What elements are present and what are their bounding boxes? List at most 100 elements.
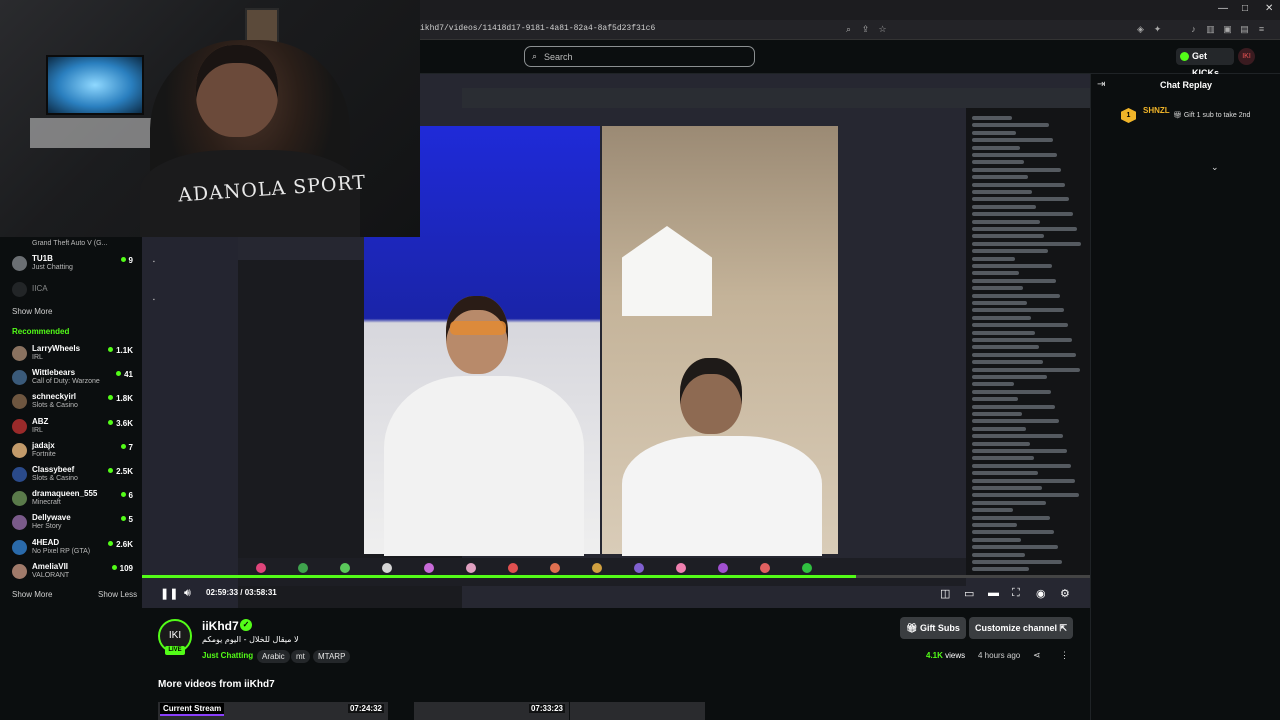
maximize-icon[interactable]: □ bbox=[1242, 3, 1248, 14]
sidebar-item-iica[interactable]: IICA bbox=[12, 279, 136, 301]
viewer-count: 3.6K bbox=[108, 419, 133, 428]
recommended-heading: Recommended bbox=[12, 327, 70, 336]
total-time: 03:58:31 bbox=[244, 588, 277, 597]
embedded-chat-line bbox=[972, 271, 1019, 276]
sidebar-item-dramaqueen_555[interactable]: dramaqueen_555 Minecraft 6 bbox=[12, 488, 136, 510]
embedded-chat-line bbox=[972, 434, 1063, 439]
tag-mtarp[interactable]: MTARP bbox=[313, 650, 351, 663]
wallet-icon[interactable]: ▣ bbox=[1222, 24, 1233, 35]
sidebar-item-abz[interactable]: ABZ IRL 3.6K bbox=[12, 416, 136, 438]
avatar bbox=[12, 394, 27, 410]
avatar bbox=[12, 515, 27, 531]
pinned-username: SHNZL bbox=[1143, 106, 1170, 115]
sidebar-item-classybeef[interactable]: Classybeef Slots & Casino 2.5K bbox=[12, 464, 136, 486]
theater-icon[interactable]: ▬ bbox=[988, 587, 999, 599]
miniplayer-icon[interactable]: ◫ bbox=[940, 587, 950, 600]
progress-fill bbox=[142, 575, 856, 578]
chat-replay-panel: ⇥ Chat Replay 1 SHNZL 🎁︎ Gift 1 sub to t… bbox=[1090, 74, 1280, 720]
search-input[interactable]: ⌕ Search bbox=[524, 46, 755, 67]
sidebar-item-schneckyirl[interactable]: schneckyirl Slots & Casino 1.8K bbox=[12, 391, 136, 413]
channel-category: Just Chatting bbox=[32, 264, 73, 271]
gift-icon bbox=[466, 563, 476, 573]
channel-category: IRL bbox=[32, 354, 43, 361]
fullscreen-icon[interactable]: ⛶ bbox=[1012, 587, 1020, 600]
embedded-chat-line bbox=[972, 375, 1047, 379]
sub-badge-icon: 1 bbox=[1121, 108, 1136, 123]
embedded-chat-line bbox=[972, 545, 1058, 550]
user-avatar[interactable]: IKI bbox=[1238, 48, 1255, 65]
speed-icon[interactable]: ◉ bbox=[1036, 587, 1046, 600]
embedded-chat-line bbox=[972, 286, 1023, 291]
url-text[interactable]: ikhd7/videos/11418d17-9181-4a81-82a4-8af… bbox=[420, 24, 655, 33]
sidebar-item-4head[interactable]: 4HEAD No Pixel RP (GTA) 2.6K bbox=[12, 537, 136, 559]
vpn-icon[interactable]: ▤ bbox=[1239, 24, 1250, 35]
player-controls: ❚❚ 🔊︎ 02:59:33 / 03:58:31 ◫ ▭ ▬ ⛶ ◉ ⚙ bbox=[142, 583, 1090, 605]
channel-name: TU1B bbox=[32, 254, 53, 263]
embedded-chat-line bbox=[972, 293, 1060, 298]
menu-icon[interactable]: ≡ bbox=[1256, 24, 1267, 35]
show-more-button[interactable]: Show More bbox=[12, 590, 52, 599]
embedded-chat-line bbox=[972, 412, 1022, 416]
sidebar-item-jadajx[interactable]: jadajx Fortnite 7 bbox=[12, 440, 136, 462]
gift-subs-button[interactable]: 🎁︎ Gift Subs bbox=[900, 617, 966, 639]
show-less-button[interactable]: Show Less bbox=[98, 590, 137, 599]
minimize-icon[interactable]: — bbox=[1218, 3, 1228, 14]
embedded-chat-line bbox=[972, 330, 1035, 335]
embedded-chat-line bbox=[972, 153, 1057, 157]
embedded-chat-line bbox=[972, 397, 1018, 402]
pinned-text: 🎁︎ Gift 1 sub to take 2nd bbox=[1173, 112, 1251, 119]
channel-category: Slots & Casino bbox=[32, 475, 78, 482]
channel-name[interactable]: iiKhd7 bbox=[202, 619, 239, 633]
tag-mt[interactable]: mt bbox=[291, 650, 310, 663]
sidebar-item-wittlebears[interactable]: Wittlebears Call of Duty: Warzone 41 bbox=[12, 367, 136, 389]
pinned-gift-message[interactable]: 1 SHNZL 🎁︎ Gift 1 sub to take 2nd ⌄ bbox=[1121, 104, 1271, 172]
close-icon[interactable]: ✕ bbox=[1265, 3, 1273, 14]
zoom-icon[interactable]: ⌕ bbox=[843, 24, 854, 35]
sidebar-item-ameliavii[interactable]: AmeliaVII VALORANT 109 bbox=[12, 561, 136, 583]
left-sidebar: Grand Theft Auto V (G... TU1B Just Chatt… bbox=[0, 237, 142, 607]
channel-name: ABZ bbox=[32, 416, 49, 426]
verified-icon: ✓ bbox=[240, 619, 252, 631]
gift-icon bbox=[382, 563, 392, 573]
channel-name: LarryWheels bbox=[32, 344, 81, 353]
sidebar-icon[interactable]: ▥ bbox=[1205, 24, 1216, 35]
avatar bbox=[12, 467, 27, 482]
share-icon[interactable]: ⇪ bbox=[860, 24, 871, 35]
customize-channel-button[interactable]: Customize channel ⇱ bbox=[969, 617, 1074, 639]
embedded-chat-line bbox=[972, 145, 1020, 150]
embedded-chat-line bbox=[972, 449, 1067, 453]
pause-icon[interactable]: ❚❚ bbox=[160, 587, 178, 600]
sidebar-item-dellywave[interactable]: Dellywave Her Story 5 bbox=[12, 512, 136, 534]
chevron-down-icon[interactable]: ⌄ bbox=[1211, 162, 1219, 173]
progress-bar[interactable] bbox=[142, 575, 1090, 578]
clip-icon[interactable]: ▭ bbox=[964, 587, 974, 600]
extension-icon[interactable]: ◈ bbox=[1135, 24, 1146, 35]
sidebar-item-larrywheels[interactable]: LarryWheels IRL 1.1K bbox=[12, 343, 136, 365]
video-thumbnail[interactable] bbox=[570, 702, 705, 720]
channel-name: 4HEAD bbox=[32, 537, 60, 547]
embedded-chat-line bbox=[972, 537, 1021, 542]
get-kicks-button[interactable]: Get KICKs bbox=[1176, 48, 1234, 78]
embedded-chat-line bbox=[972, 367, 1080, 372]
category-link[interactable]: Just Chatting bbox=[202, 651, 253, 660]
channel-name: Dellywave bbox=[32, 513, 71, 523]
sidebar-item-tu1b[interactable]: TU1B Just Chatting 9 bbox=[12, 253, 136, 275]
embedded-chat-line bbox=[972, 441, 1030, 446]
show-more-button[interactable]: Show More bbox=[12, 307, 52, 316]
time-display: 02:59:33 / 03:58:31 bbox=[206, 588, 277, 597]
share-icon[interactable]: ⋖ bbox=[1033, 650, 1041, 661]
music-icon[interactable]: ♪ bbox=[1188, 24, 1199, 35]
more-videos-heading: More videos from iiKhd7 bbox=[158, 679, 275, 690]
tag-arabic[interactable]: Arabic bbox=[257, 650, 290, 663]
puzzle-icon[interactable]: ✦ bbox=[1152, 24, 1163, 35]
video-thumbnail[interactable]: 07:33:23 bbox=[414, 702, 569, 720]
embedded-chat-line bbox=[972, 456, 1034, 461]
gift-icon bbox=[508, 563, 518, 573]
settings-gear-icon[interactable]: ⚙ bbox=[1060, 587, 1070, 600]
more-options-icon[interactable]: ⋮ bbox=[1060, 650, 1069, 661]
webcam-overlay: ADANOLA SPORT bbox=[0, 0, 420, 237]
volume-icon[interactable]: 🔊︎ bbox=[184, 587, 191, 600]
embedded-chat-line bbox=[972, 241, 1081, 246]
embedded-chat-line bbox=[972, 463, 1071, 468]
star-icon[interactable]: ☆ bbox=[877, 24, 888, 35]
